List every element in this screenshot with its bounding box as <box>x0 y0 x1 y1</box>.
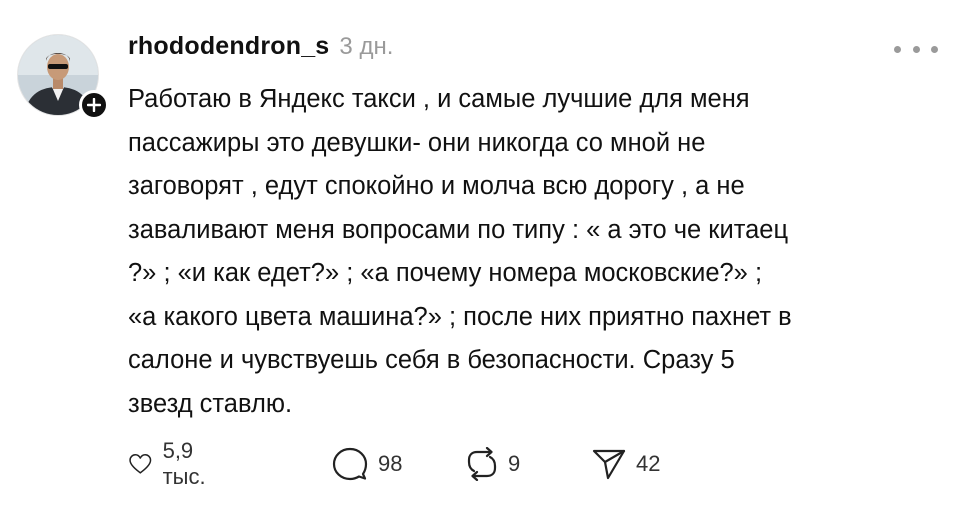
username-link[interactable]: rhododendron_s <box>128 32 329 61</box>
heart-icon <box>129 454 152 474</box>
share-count: 42 <box>636 451 661 476</box>
post-header: rhododendron_s 3 дн. <box>128 32 393 64</box>
post-text-line: «а какого цвета машина?» ; после них при… <box>128 302 792 331</box>
more-icon <box>894 45 901 53</box>
plus-icon <box>87 98 101 112</box>
post-text-line: ?» ; «и как едет?» ; «а почему номера мо… <box>128 259 763 287</box>
like-button[interactable]: 5,9 тыс. <box>128 438 217 489</box>
reply-button[interactable]: 98 <box>332 444 402 484</box>
follow-button[interactable] <box>79 90 109 120</box>
like-count: 5,9 тыс. <box>162 438 206 489</box>
repost-count: 9 <box>508 451 521 476</box>
post-text-line: салоне и чувствуешь себя в безопасности.… <box>128 346 735 374</box>
more-icon-dot <box>931 45 938 53</box>
comment-icon <box>332 447 368 481</box>
post-text-line: Работаю в Яндекс такси , и самые лучшие … <box>128 85 750 113</box>
avatar-container <box>17 34 109 120</box>
repost-icon <box>467 447 497 481</box>
post-text-line: пассажиры это девушки- они никогда со мн… <box>128 128 706 157</box>
post-text-line: заваливают меня вопросами по типу : « а … <box>128 215 789 244</box>
post-text-line: звезд ставлю. <box>128 389 293 418</box>
repost-button[interactable]: 9 <box>466 444 520 484</box>
share-button[interactable]: 42 <box>592 444 660 484</box>
post-text-line: заговорят , едут спокойно и молча всю до… <box>128 172 745 200</box>
thread-post: rhododendron_s 3 дн. Работаю в Яндекс та… <box>0 0 960 507</box>
reply-count: 98 <box>378 451 403 476</box>
more-icon-dot <box>912 45 920 53</box>
send-icon <box>592 449 626 480</box>
more-options-button[interactable] <box>894 40 938 58</box>
post-text: Работаю в Яндекс такси , и самые лучшие … <box>128 78 948 426</box>
timestamp[interactable]: 3 дн. <box>339 33 393 61</box>
